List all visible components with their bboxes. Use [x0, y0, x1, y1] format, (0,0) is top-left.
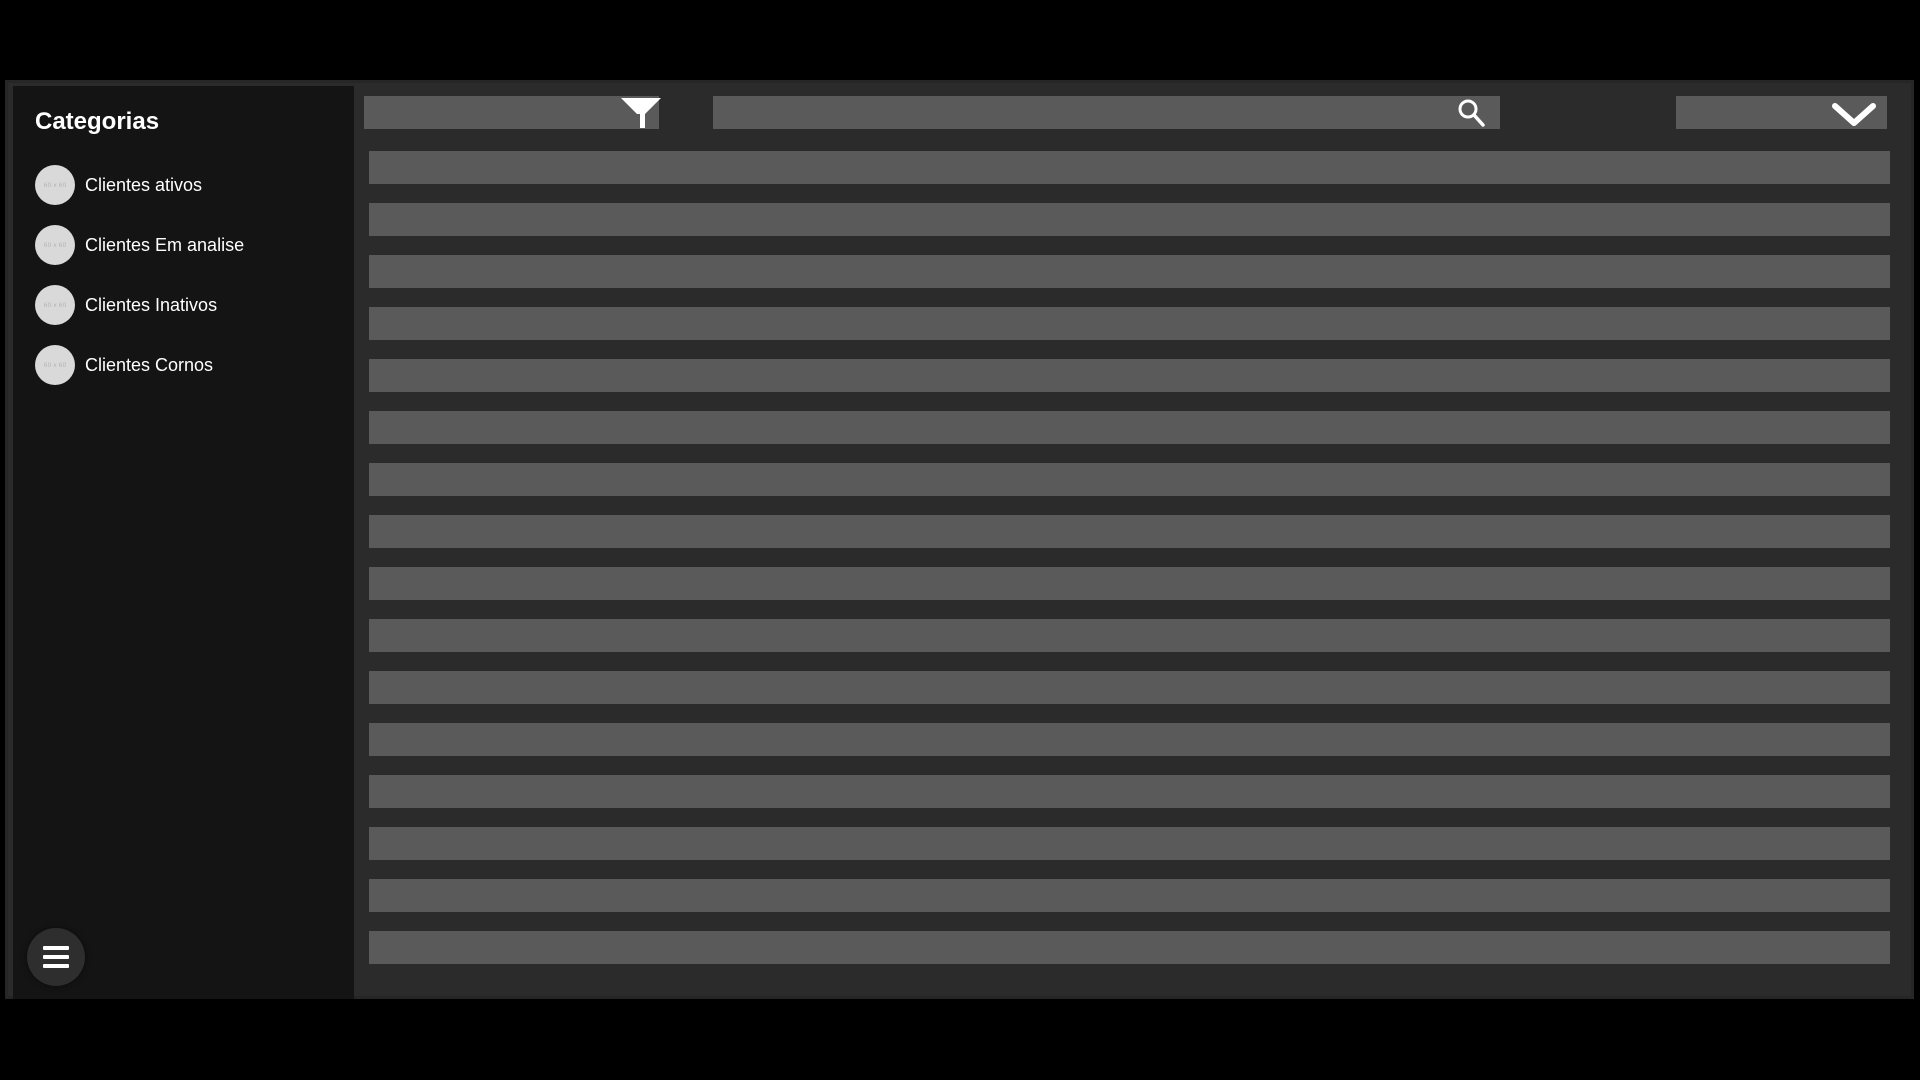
- hamburger-menu-icon: [43, 946, 69, 968]
- category-label: Clientes ativos: [85, 174, 203, 195]
- list-item[interactable]: [369, 307, 1890, 340]
- list-item[interactable]: [369, 619, 1890, 652]
- category-item-clientes-em-analise[interactable]: 60 x 60 Clientes Em analise: [35, 225, 244, 265]
- app-window: Categorias 60 x 60 Clientes ativos 60 x …: [5, 80, 1914, 999]
- category-label: Clientes Em analise: [85, 234, 245, 255]
- list-item[interactable]: [369, 515, 1890, 548]
- search-input[interactable]: [713, 96, 1500, 129]
- category-label: Clientes Inativos: [85, 294, 218, 315]
- chevron-down-icon[interactable]: [1830, 101, 1878, 129]
- list-item[interactable]: [369, 931, 1890, 964]
- list-item[interactable]: [369, 359, 1890, 392]
- list-item[interactable]: [369, 827, 1890, 860]
- list-item[interactable]: [369, 775, 1890, 808]
- search-icon[interactable]: [1456, 98, 1490, 128]
- category-item-clientes-cornos[interactable]: 60 x 60 Clientes Cornos: [35, 345, 213, 385]
- category-item-clientes-ativos[interactable]: 60 x 60 Clientes ativos: [35, 165, 202, 205]
- filter-field[interactable]: [364, 96, 659, 129]
- sidebar-title: Categorias: [35, 108, 160, 135]
- category-label: Clientes Cornos: [85, 354, 214, 375]
- list-item[interactable]: [369, 879, 1890, 912]
- category-avatar: 60 x 60: [35, 165, 75, 205]
- list-item[interactable]: [369, 671, 1890, 704]
- category-avatar: 60 x 60: [35, 285, 75, 325]
- list-item[interactable]: [369, 255, 1890, 288]
- categories-sidebar: Categorias 60 x 60 Clientes ativos 60 x …: [13, 86, 354, 999]
- list-item[interactable]: [369, 567, 1890, 600]
- list-item[interactable]: [369, 723, 1890, 756]
- category-avatar: 60 x 60: [35, 225, 75, 265]
- hamburger-menu-button[interactable]: [27, 928, 85, 986]
- category-item-clientes-inativos[interactable]: 60 x 60 Clientes Inativos: [35, 285, 217, 325]
- list-item[interactable]: [369, 411, 1890, 444]
- category-avatar: 60 x 60: [35, 345, 75, 385]
- list-item[interactable]: [369, 463, 1890, 496]
- filter-icon[interactable]: [619, 96, 663, 130]
- list-item[interactable]: [369, 203, 1890, 236]
- list-item[interactable]: [369, 151, 1890, 184]
